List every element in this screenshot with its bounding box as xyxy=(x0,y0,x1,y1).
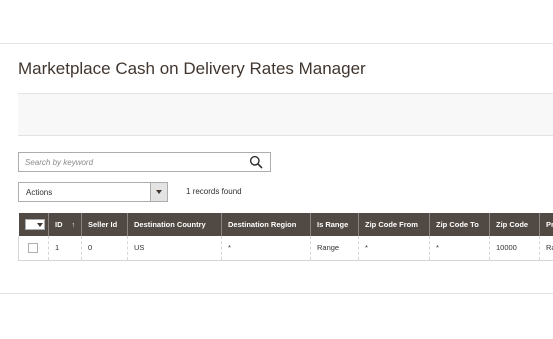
cell-destination-region: * xyxy=(221,236,311,261)
row-checkbox[interactable] xyxy=(28,242,38,253)
cell-zip-code-from: * xyxy=(358,236,430,261)
row-select-cell xyxy=(18,236,49,261)
column-header-id[interactable]: ID ↑ xyxy=(48,213,82,236)
cell-zip-code-to: * xyxy=(429,236,490,261)
actions-dropdown-label: Actions xyxy=(26,188,53,197)
cell-id: 1 xyxy=(48,236,82,261)
column-header-zip-code-from[interactable]: Zip Code From xyxy=(358,213,430,236)
column-header-destination-region[interactable]: Destination Region xyxy=(221,213,311,236)
actions-dropdown[interactable]: Actions xyxy=(18,182,168,202)
search-icon[interactable] xyxy=(249,155,263,169)
records-count: 1 records found xyxy=(186,187,242,196)
column-header-is-range[interactable]: Is Range xyxy=(310,213,359,236)
search-input[interactable] xyxy=(19,153,239,171)
rates-grid: ID ↑ Seller Id Destination Country Destin… xyxy=(18,213,553,261)
mass-select-dropdown[interactable] xyxy=(24,219,45,230)
cell-price: Ran xyxy=(539,236,553,261)
cell-destination-country: US xyxy=(127,236,222,261)
table-row[interactable]: 1 0 US * Range * * 10000 Ran xyxy=(18,236,553,261)
column-header-zip-code-to[interactable]: Zip Code To xyxy=(429,213,490,236)
sort-arrow-icon: ↑ xyxy=(71,222,76,229)
cell-zip-code: 10000 xyxy=(489,236,540,261)
page-actions-bar xyxy=(18,93,553,136)
chevron-down-icon[interactable] xyxy=(150,183,167,201)
column-header-seller-id[interactable]: Seller Id xyxy=(81,213,128,236)
mass-select-header[interactable] xyxy=(18,213,49,236)
column-header-price[interactable]: Pri xyxy=(539,213,553,236)
cell-seller-id: 0 xyxy=(81,236,128,261)
column-header-zip-code[interactable]: Zip Code xyxy=(489,213,540,236)
page-title: Marketplace Cash on Delivery Rates Manag… xyxy=(18,59,366,78)
bottom-frame xyxy=(0,293,553,339)
search-box xyxy=(18,152,271,172)
cell-is-range: Range xyxy=(310,236,359,261)
grid-header-row: ID ↑ Seller Id Destination Country Destin… xyxy=(18,213,553,236)
top-frame xyxy=(0,0,553,44)
column-header-destination-country[interactable]: Destination Country xyxy=(127,213,222,236)
